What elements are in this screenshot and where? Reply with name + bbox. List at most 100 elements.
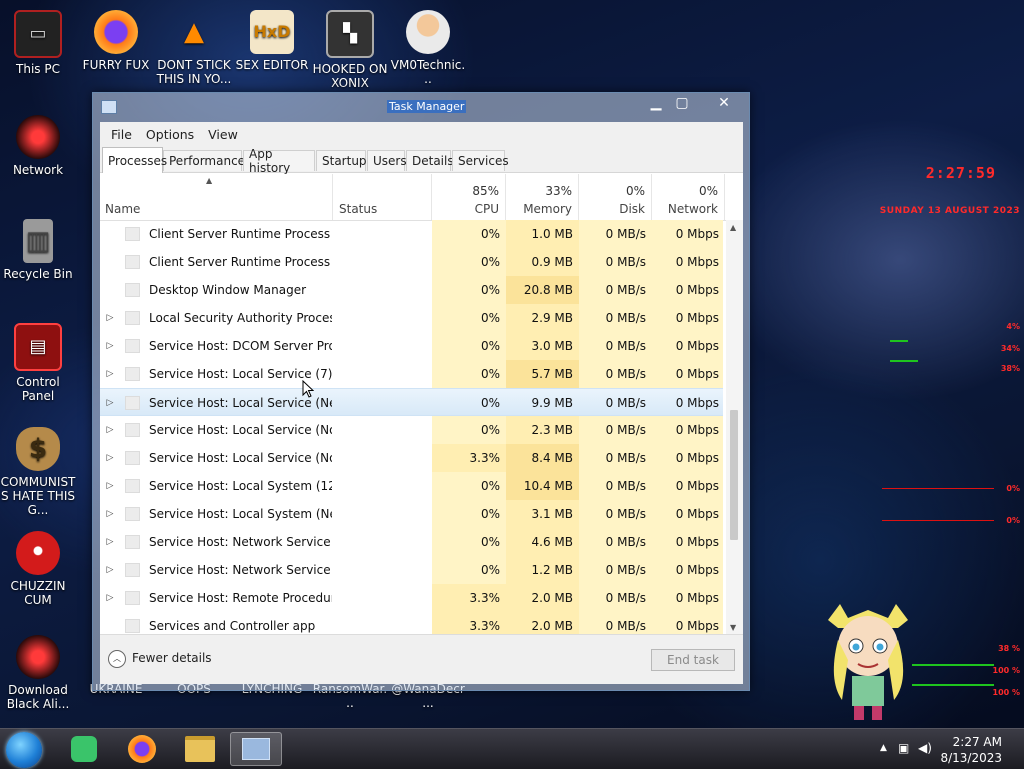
cpu-value: 3.3% — [432, 584, 506, 612]
process-row[interactable]: ▷ Local Security Authority Process 0% 2.9 M… — [100, 304, 723, 332]
process-row[interactable]: ▷ Service Host: Local System (12) 0% 10.4 M… — [100, 472, 723, 500]
start-orb-icon[interactable] — [6, 732, 42, 768]
memory-value: 2.0 MB — [506, 612, 579, 634]
expand-arrow-icon[interactable]: ▷ — [103, 528, 117, 556]
chevron-up-icon[interactable]: ︿ — [108, 650, 126, 668]
meter-bar — [890, 360, 918, 362]
process-row[interactable]: Desktop Window Manager 0% 20.8 MB 0 MB/s 0 M… — [100, 276, 723, 304]
maximize-button[interactable]: ▢ — [669, 94, 695, 112]
process-name: Client Server Runtime Process — [149, 255, 331, 269]
title-bar[interactable]: Task Manager ▁ ▢ ✕ — [93, 93, 749, 121]
desktop-icon-chuzzin[interactable]: CHUZZIN CUM — [0, 531, 76, 607]
process-row[interactable]: ▷ Service Host: Local Service (7) 0% 5.7 MB… — [100, 360, 723, 388]
desktop-icon-sex-editor[interactable]: HxD SEX EDITOR — [234, 10, 310, 72]
end-task-button[interactable]: End task — [651, 649, 735, 671]
expand-arrow-icon[interactable]: ▷ — [103, 556, 117, 584]
vlc-cone-icon: ▲ — [184, 17, 204, 47]
expand-arrow-icon[interactable]: ▷ — [103, 472, 117, 500]
expand-arrow-icon[interactable]: ▷ — [103, 500, 117, 528]
tab-processes[interactable]: Processes — [102, 147, 167, 173]
process-row[interactable]: ▷ Service Host: Local Service (No ... 3.3%… — [100, 444, 723, 472]
expand-arrow-icon[interactable] — [103, 220, 117, 248]
process-row[interactable]: Client Server Runtime Process 0% 1.0 MB 0 M… — [100, 220, 723, 248]
scroll-up-icon[interactable]: ▲ — [730, 223, 736, 232]
expand-arrow-icon[interactable] — [103, 276, 117, 304]
process-row[interactable]: ▷ Service Host: DCOM Server Proc... 0%3.0 … — [100, 332, 723, 360]
desktop-icon-download-black[interactable]: Download Black Ali... — [0, 635, 76, 711]
tab-startup[interactable]: Startup — [316, 150, 367, 171]
process-row[interactable]: Services and Controller app 3.3% 2.0 MB 0 M… — [100, 612, 723, 634]
process-row[interactable]: ▷Service Host: Local Service (Net...0%9.… — [100, 388, 723, 416]
header-cpu[interactable]: 85% CPU — [432, 174, 506, 220]
process-row[interactable]: ▷ Service Host: Remote Procedure... 3.3%2.… — [100, 584, 723, 612]
memory-value: 10.4 MB — [506, 472, 579, 500]
process-row[interactable]: ▷ Service Host: Network Service (... 0% 1.2… — [100, 556, 723, 584]
process-row[interactable]: ▷ Service Host: Local Service (No I... 0%2… — [100, 416, 723, 444]
cpu-value: 0% — [432, 248, 506, 276]
process-row[interactable]: ▷ Service Host: Local System (Net... 0%3.1… — [100, 500, 723, 528]
desktop-icon-furry-fux[interactable]: FURRY FUX — [78, 10, 154, 72]
scrollbar-thumb[interactable] — [730, 410, 738, 540]
header-name[interactable]: ▲ Name — [100, 174, 333, 220]
desktop-icon-network[interactable]: Network — [0, 115, 76, 177]
network-value: 0 Mbps — [652, 304, 723, 332]
xonix-icon: ▚ — [326, 10, 374, 58]
volume-icon[interactable]: ◀) — [918, 741, 932, 755]
desktop-icon-recycle-bin[interactable]: ▥ Recycle Bin — [0, 219, 76, 281]
expand-arrow-icon[interactable]: ▷ — [103, 416, 117, 444]
desktop-icon-control-panel[interactable]: ▤ Control Panel — [0, 323, 76, 403]
desktop-icon-xonix[interactable]: ▚ HOOKED ON XONIX — [312, 10, 388, 90]
chuzzle-icon — [16, 531, 60, 575]
expand-arrow-icon[interactable] — [103, 612, 117, 634]
expand-arrow-icon[interactable]: ▷ — [103, 304, 117, 332]
tab-app-history[interactable]: App history — [243, 147, 315, 175]
expand-arrow-icon[interactable]: ▷ — [103, 444, 117, 472]
close-button[interactable]: ✕ — [703, 94, 745, 112]
expand-arrow-icon[interactable] — [103, 248, 117, 276]
tab-performance[interactable]: Performance — [163, 150, 245, 171]
header-memory[interactable]: 33% Memory — [506, 174, 579, 220]
process-name: Service Host: DCOM Server Proc... — [149, 339, 332, 353]
menu-options[interactable]: Options — [139, 127, 201, 142]
menu-view[interactable]: View — [201, 127, 245, 142]
memory-value: 2.9 MB — [506, 304, 579, 332]
task-manager-icon — [101, 100, 117, 114]
header-network[interactable]: 0% Network — [652, 174, 725, 220]
header-status[interactable]: Status — [333, 174, 432, 220]
desktop-icon-vlc[interactable]: ▲ DONT STICK THIS IN YO... — [156, 10, 232, 86]
menu-file[interactable]: File — [104, 127, 139, 142]
cpu-meter-text: 4% — [1006, 322, 1020, 331]
file-explorer-icon[interactable] — [174, 732, 226, 766]
process-name: Service Host: Local Service (No I... — [149, 423, 332, 437]
scroll-down-icon[interactable]: ▼ — [730, 623, 736, 632]
network-value: 0 Mbps — [652, 220, 723, 248]
expand-arrow-icon[interactable]: ▷ — [103, 360, 117, 388]
firefox-icon[interactable] — [116, 732, 168, 766]
network-tray-icon[interactable]: ▣ — [898, 741, 909, 755]
fewer-details-link[interactable]: Fewer details — [132, 651, 212, 665]
network-value: 0 Mbps — [652, 472, 723, 500]
memory-value: 2.0 MB — [506, 584, 579, 612]
tab-details[interactable]: Details — [406, 150, 454, 171]
expand-arrow-icon[interactable]: ▷ — [103, 332, 117, 360]
tray-date[interactable]: 8/13/2023 — [940, 751, 1002, 765]
task-manager-icon[interactable] — [230, 732, 282, 766]
tab-services[interactable]: Services — [452, 150, 509, 171]
vertical-scrollbar[interactable]: ▲ ▼ — [726, 220, 743, 634]
expand-arrow-icon[interactable]: ▷ — [103, 389, 117, 417]
desktop-icon-this-pc[interactable]: ▭ This PC — [0, 10, 76, 76]
process-row[interactable]: ▷ Service Host: Network Service (4) 0% 4.6 … — [100, 528, 723, 556]
desktop-icon-vm0technic[interactable]: VM0Technic... — [390, 10, 466, 86]
minimize-button[interactable]: ▁ — [643, 94, 669, 112]
tab-users[interactable]: Users — [367, 150, 407, 171]
column-header: ▲ Name Status 85% CPU 33% Memory 0% Disk… — [100, 174, 734, 221]
header-disk[interactable]: 0% Disk — [579, 174, 652, 220]
meter-bar — [912, 664, 994, 666]
cpu-value: 0% — [432, 304, 506, 332]
expand-arrow-icon[interactable]: ▷ — [103, 584, 117, 612]
desktop-icon-communists[interactable]: $ COMMUNISTS HATE THIS G... — [0, 427, 76, 517]
chat-icon[interactable] — [58, 732, 110, 766]
process-row[interactable]: Client Server Runtime Process 0% 0.9 MB 0 M… — [100, 248, 723, 276]
tray-time[interactable]: 2:27 AM — [953, 735, 1002, 749]
show-hidden-icons-icon[interactable]: ▲ — [880, 743, 887, 753]
